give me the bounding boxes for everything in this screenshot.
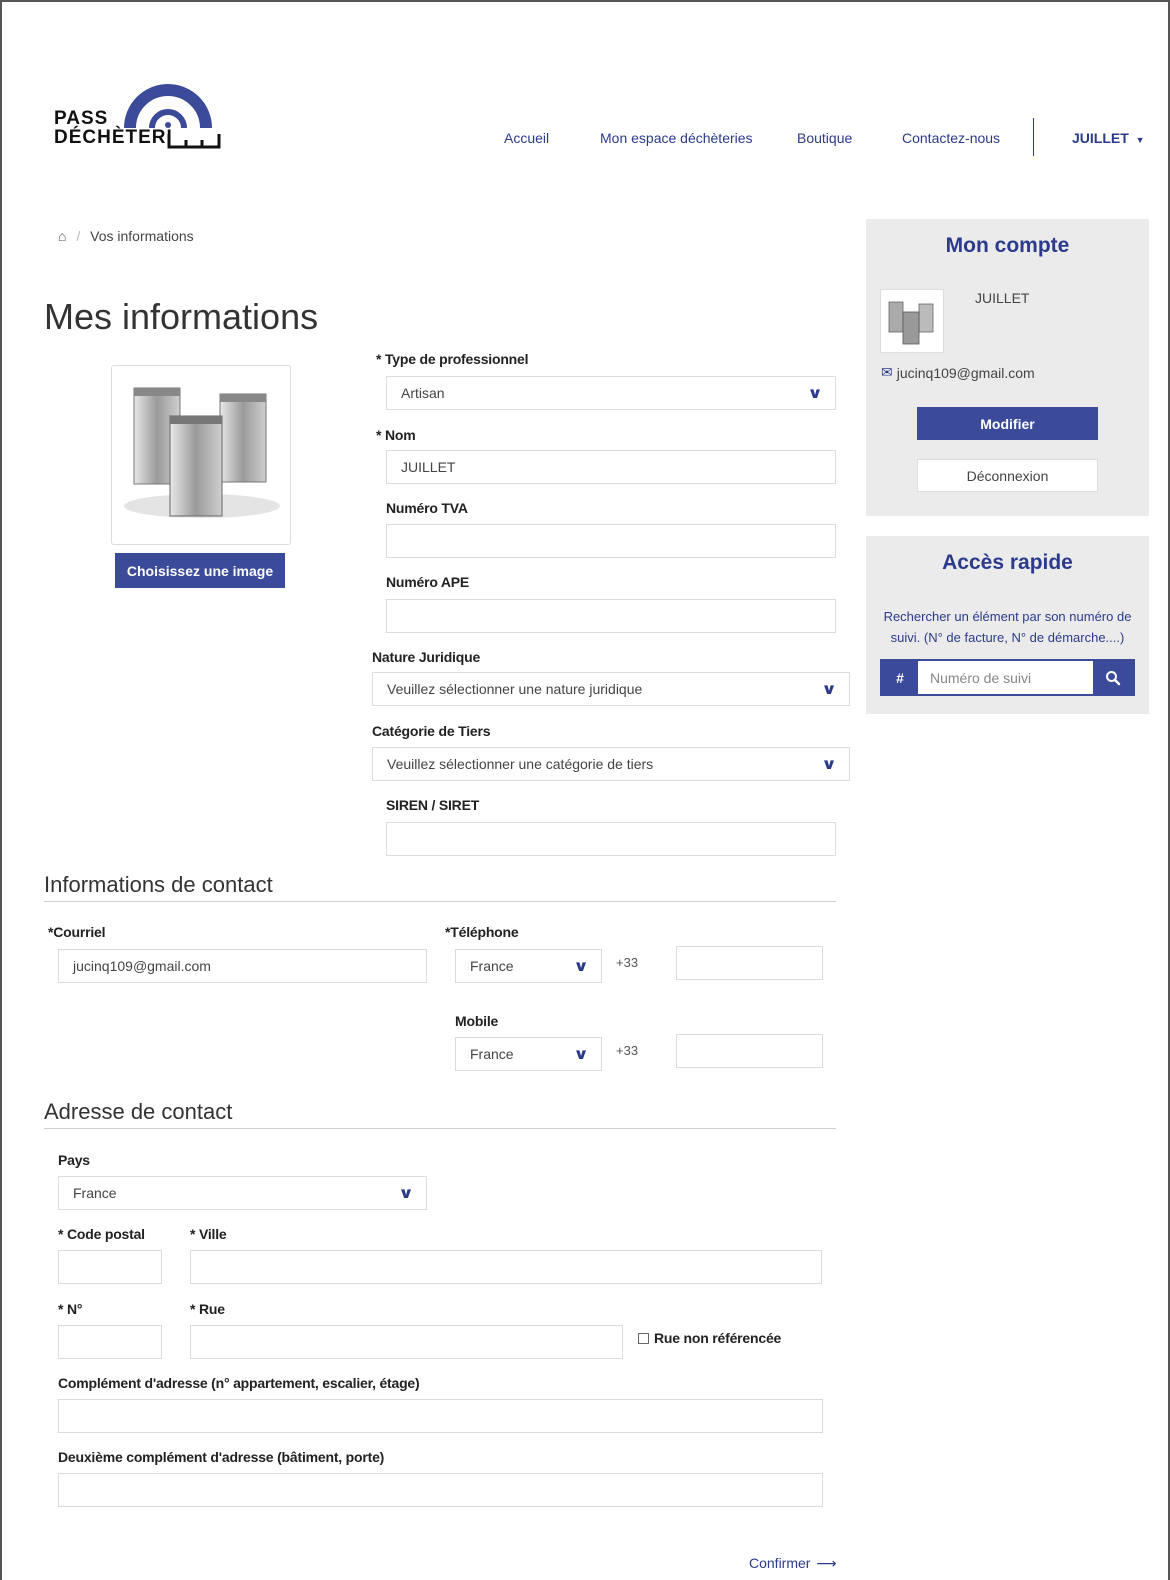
logo[interactable]: PASS DÉCHÈTERI (54, 80, 234, 160)
mobile-country-select[interactable]: France ∨ (455, 1037, 602, 1071)
account-avatar (880, 289, 944, 353)
pays-label: Pays (58, 1152, 90, 1168)
home-icon[interactable]: ⌂ (58, 228, 66, 244)
user-menu[interactable]: JUILLET ▼ (1072, 130, 1145, 146)
choose-image-button[interactable]: Choisissez une image (115, 553, 285, 588)
chevron-down-icon: ∨ (820, 756, 837, 773)
nav-accueil[interactable]: Accueil (504, 130, 549, 146)
account-email: jucinq109@gmail.com (896, 364, 1035, 381)
quick-access-description: Rechercher un élément par son numéro de … (883, 609, 1132, 645)
account-title: Mon compte (945, 234, 1070, 257)
logo-bracket-icon (167, 134, 221, 149)
tva-label: Numéro TVA (386, 500, 468, 516)
tracking-search: # Numéro de suivi (880, 659, 1135, 696)
numero-label: * N° (58, 1301, 83, 1317)
contact-heading: Informations de contact (44, 872, 273, 897)
complement2-label: Deuxième complément d'adresse (bâtiment,… (58, 1449, 385, 1465)
envelope-icon: ✉ (881, 364, 893, 380)
type-select[interactable]: Artisan ∨ (386, 376, 836, 410)
nav-boutique[interactable]: Boutique (797, 130, 852, 146)
search-icon (1106, 670, 1121, 685)
siren-input[interactable] (386, 822, 836, 856)
nav-divider (1033, 118, 1034, 156)
complement2-input[interactable] (58, 1473, 823, 1507)
ville-input[interactable] (190, 1250, 822, 1284)
code-postal-input[interactable] (58, 1250, 162, 1284)
ville-label: * Ville (190, 1226, 227, 1242)
numero-input[interactable] (58, 1325, 162, 1359)
telephone-input[interactable] (676, 946, 823, 980)
modify-button[interactable]: Modifier (917, 407, 1098, 440)
code-postal-label: * Code postal (58, 1226, 145, 1242)
hash-addon: # (882, 661, 918, 694)
nom-input[interactable]: JUILLET (386, 450, 836, 484)
contact-divider (44, 901, 836, 902)
chevron-down-icon: ∨ (806, 385, 823, 402)
categorie-select[interactable]: Veuillez sélectionner une catégorie de t… (372, 747, 850, 781)
chevron-down-icon: ∨ (572, 958, 589, 975)
courriel-input[interactable]: jucinq109@gmail.com (58, 949, 427, 983)
categorie-label: Catégorie de Tiers (372, 723, 491, 739)
confirm-button[interactable]: Confirmer ⟶ (749, 1555, 836, 1572)
nature-select[interactable]: Veuillez sélectionner une nature juridiq… (372, 672, 850, 706)
mobile-prefix: +33 (616, 1043, 639, 1058)
telephone-label: *Téléphone (445, 924, 519, 940)
address-divider (44, 1128, 836, 1129)
type-label: * Type de professionnel (376, 351, 529, 367)
chevron-down-icon: ∨ (572, 1046, 589, 1063)
breadcrumb-current: Vos informations (90, 228, 194, 244)
breadcrumb-separator: / (76, 228, 81, 244)
logo-text-decheterie: DÉCHÈTERI (54, 127, 173, 148)
profile-image (111, 365, 291, 545)
rue-label: * Rue (190, 1301, 225, 1317)
confirm-label: Confirmer (749, 1555, 811, 1571)
buildings-icon (124, 387, 280, 518)
account-name: JUILLET (975, 290, 1030, 306)
account-email-row: ✉ jucinq109@gmail.com (881, 364, 1035, 381)
nav-mon-espace[interactable]: Mon espace déchèteries (600, 130, 753, 146)
complement-label: Complément d'adresse (n° appartement, es… (58, 1375, 420, 1391)
rue-non-referencee-checkbox[interactable] (638, 1332, 649, 1344)
nature-label: Nature Juridique (372, 649, 481, 665)
search-button[interactable] (1093, 661, 1133, 694)
nav-contact[interactable]: Contactez-nous (902, 130, 1000, 146)
nom-label: * Nom (376, 427, 416, 443)
telephone-country-select[interactable]: France ∨ (455, 949, 602, 983)
tva-input[interactable] (386, 524, 836, 558)
rue-input[interactable] (190, 1325, 623, 1359)
user-name: JUILLET (1072, 130, 1129, 146)
logo-arc-icon (124, 84, 212, 129)
quick-access-title: Accès rapide (942, 551, 1073, 574)
logout-button[interactable]: Déconnexion (917, 459, 1098, 492)
rue-non-referencee-option[interactable]: Rue non référencée (638, 1330, 781, 1346)
chevron-down-icon: ∨ (820, 681, 837, 698)
tracking-number-input[interactable]: Numéro de suivi (918, 661, 1093, 694)
siren-label: SIREN / SIRET (386, 797, 480, 813)
pays-select[interactable]: France ∨ (58, 1176, 427, 1210)
breadcrumb: ⌂ / Vos informations (58, 228, 194, 244)
address-heading: Adresse de contact (44, 1099, 233, 1124)
mobile-input[interactable] (676, 1034, 823, 1068)
telephone-prefix: +33 (616, 955, 639, 970)
ape-input[interactable] (386, 599, 836, 633)
ape-label: Numéro APE (386, 574, 470, 590)
page-title: Mes informations (44, 296, 319, 337)
arrow-right-icon: ⟶ (816, 1555, 837, 1571)
complement-input[interactable] (58, 1399, 823, 1433)
chevron-down-icon: ∨ (397, 1185, 414, 1202)
rue-non-referencee-label: Rue non référencée (654, 1330, 782, 1346)
caret-down-icon: ▼ (1135, 135, 1145, 145)
mobile-label: Mobile (455, 1013, 499, 1029)
buildings-icon (888, 301, 934, 345)
courriel-label: *Courriel (48, 924, 106, 940)
